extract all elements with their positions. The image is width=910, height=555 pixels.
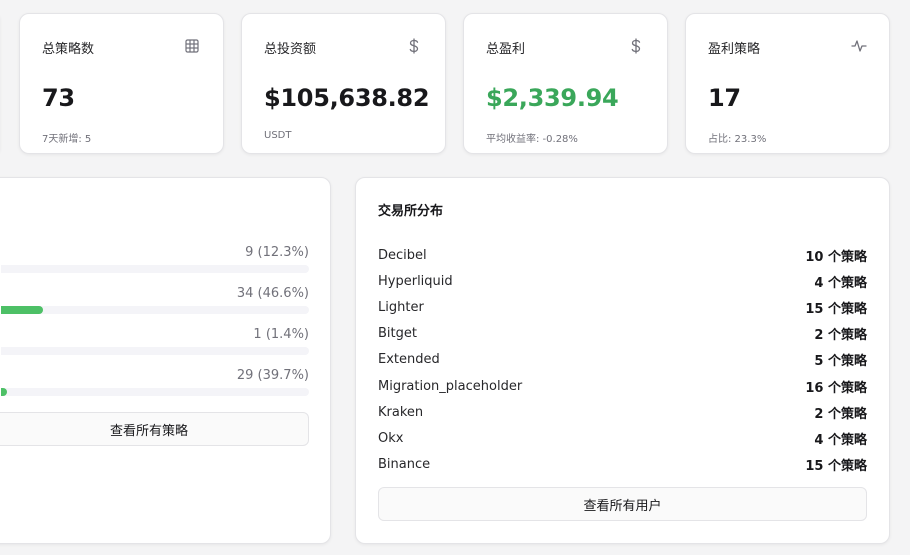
exchange-name: Hyperliquid [378, 273, 453, 289]
status-bar-fill [1, 388, 8, 396]
panel-title: 交易所分布 [378, 204, 444, 219]
exchange-name: Bitget [378, 326, 417, 342]
status-bar-track [1, 306, 309, 314]
stat-value: 73 [42, 84, 75, 112]
stat-subtext: 占比: 23.3% [708, 134, 767, 145]
exchange-name: Decibel [378, 247, 427, 263]
status-bar-label: 29 (39.7%) [236, 368, 309, 383]
stat-title: 盈利策略 [708, 42, 761, 57]
dollar-icon [629, 38, 645, 54]
exchange-list: Decibel 10 个策略 Hyperliquid 4 个策略 Lighter 15 个… [378, 242, 867, 478]
status-bar-label: 9 (12.3%) [245, 245, 309, 260]
exchange-list-item: Lighter 15 个策略 [378, 294, 867, 320]
exchange-strategy-count: 4 个策略 [814, 275, 867, 291]
stat-card-total-investment: 总投资额 $105,638.82 USDT [241, 13, 446, 154]
status-bar-track [1, 347, 309, 355]
status-bar-label: 34 (46.6%) [236, 286, 309, 301]
exchange-strategy-count: 15 个策略 [805, 459, 867, 475]
stat-subtext: 平均收益率: -0.28% [486, 134, 578, 145]
exchange-list-item: Hyperliquid 4 个策略 [378, 268, 867, 294]
exchange-list-item: Migration_placeholder 16 个策略 [378, 373, 867, 399]
exchange-name: Extended [378, 352, 440, 368]
exchange-strategy-count: 2 个策略 [814, 406, 867, 422]
stat-card-total-profit: 总盈利 $2,339.94 平均收益率: -0.28% [463, 13, 668, 154]
exchange-name: Lighter [378, 299, 424, 315]
status-bar-track [1, 388, 309, 396]
exchange-strategy-count: 16 个策略 [805, 380, 867, 396]
exchange-strategy-count: 4 个策略 [814, 432, 867, 448]
exchange-list-item: Okx 4 个策略 [378, 425, 867, 451]
status-bar-label: 1 (1.4%) [253, 327, 309, 342]
stat-value: 17 [708, 84, 741, 112]
stat-subtext: 7天新增: 5 [42, 134, 92, 145]
exchange-list-item: Kraken 2 个策略 [378, 399, 867, 425]
exchange-strategy-count: 10 个策略 [805, 249, 867, 265]
exchange-name: Okx [378, 430, 404, 446]
status-bar-track [1, 265, 309, 273]
stat-card-profitable-strategies: 盈利策略 17 占比: 23.3% [685, 13, 890, 154]
grid-icon [185, 38, 201, 54]
stat-card-total-strategies: 总策略数 73 7天新增: 5 [19, 13, 224, 154]
status-bar-fill [1, 306, 44, 314]
stat-value: $105,638.82 [264, 84, 430, 112]
exchange-list-item: Binance 15 个策略 [378, 452, 867, 478]
stat-title: 总策略数 [42, 42, 95, 57]
stat-subtext: USDT [264, 130, 292, 141]
exchange-strategy-count: 2 个策略 [814, 328, 867, 344]
strategy-status-panel: 9 (12.3%) 34 (46.6%) 1 (1.4%) 29 (39.7%)… [0, 177, 331, 544]
exchange-list-item: Bitget 2 个策略 [378, 321, 867, 347]
exchange-list-item: Decibel 10 个策略 [378, 242, 867, 268]
exchange-name: Migration_placeholder [378, 378, 523, 394]
stat-value: $2,339.94 [486, 84, 619, 112]
exchange-strategy-count: 5 个策略 [814, 354, 867, 370]
view-all-strategies-button[interactable]: 查看所有策略 [0, 412, 309, 446]
exchange-name: Kraken [378, 404, 424, 420]
exchange-list-item: Extended 5 个策略 [378, 347, 867, 373]
stat-title: 总投资额 [264, 42, 317, 57]
exchange-distribution-panel: 交易所分布 Decibel 10 个策略 Hyperliquid 4 个策略 Light… [355, 177, 890, 544]
exchange-name: Binance [378, 457, 431, 473]
activity-icon [851, 38, 867, 54]
view-all-users-button[interactable]: 查看所有用户 [378, 487, 867, 521]
stat-title: 总盈利 [486, 42, 526, 57]
exchange-strategy-count: 15 个策略 [805, 301, 867, 317]
dollar-icon [407, 38, 423, 54]
